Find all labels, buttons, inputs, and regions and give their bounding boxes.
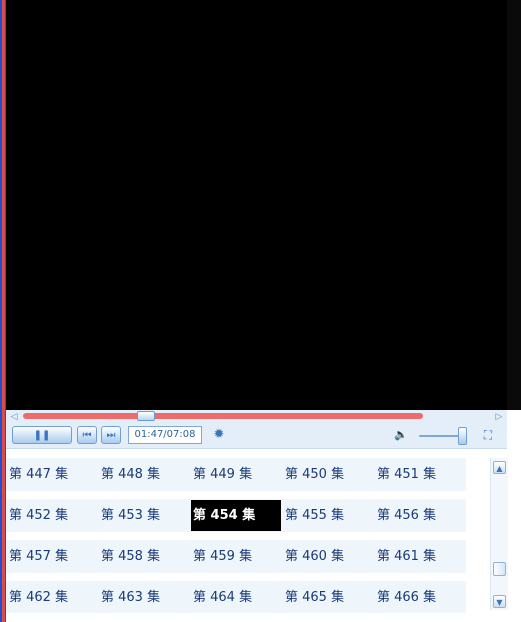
window-right-edge [507,0,521,410]
episode-item[interactable]: 第 455 集 [282,499,374,532]
video-display[interactable] [6,0,507,410]
scroll-up-icon[interactable]: ▲ [493,461,506,474]
episode-item[interactable]: 第 457 集 [6,540,98,573]
episode-item[interactable]: 第 448 集 [98,458,190,491]
previous-icon: ⏮ [82,429,92,441]
seek-right-icon[interactable]: ▷ [494,412,504,422]
episode-item[interactable]: 第 462 集 [6,581,98,613]
next-icon: ⏭ [106,429,116,441]
previous-button[interactable]: ⏮ [77,426,97,444]
episode-item[interactable]: 第 466 集 [374,581,466,613]
episode-item[interactable]: 第 449 集 [190,458,282,491]
time-display: 01:47/07:08 [128,426,202,444]
pause-button[interactable]: ❚❚ [12,426,72,444]
player-control-bar: ❚❚ ⏮ ⏭ 01:47/07:08 ✹ 🔈 ⛶ [6,424,507,449]
episode-item[interactable]: 第 460 集 [282,540,374,573]
episode-item[interactable]: 第 458 集 [98,540,190,573]
episode-list: 第 447 集第 448 集第 449 集第 450 集第 451 集第 452… [6,458,490,613]
seek-track[interactable] [23,413,423,419]
episode-item[interactable]: 第 461 集 [374,540,466,573]
episode-item-active[interactable]: 第 454 集 [190,499,282,532]
scroll-down-icon[interactable]: ▼ [493,595,506,608]
episode-item[interactable]: 第 459 集 [190,540,282,573]
episode-row: 第 462 集第 463 集第 464 集第 465 集第 466 集 [6,581,490,613]
fullscreen-icon[interactable]: ⛶ [480,427,496,443]
volume-icon[interactable]: 🔈 [394,427,414,443]
episode-item[interactable]: 第 451 集 [374,458,466,491]
episode-item[interactable]: 第 452 集 [6,499,98,532]
episode-row: 第 447 集第 448 集第 449 集第 450 集第 451 集 [6,458,490,495]
volume-handle[interactable] [458,427,467,445]
seek-handle[interactable] [137,411,155,421]
episode-row: 第 457 集第 458 集第 459 集第 460 集第 461 集 [6,540,490,577]
episode-item[interactable]: 第 453 集 [98,499,190,532]
episode-item[interactable]: 第 463 集 [98,581,190,613]
pause-icon: ❚❚ [33,429,51,441]
settings-icon[interactable]: ✹ [210,426,228,444]
episode-item[interactable]: 第 464 集 [190,581,282,613]
scrollbar-thumb[interactable] [493,562,506,576]
episode-item[interactable]: 第 465 集 [282,581,374,613]
episode-row: 第 452 集第 453 集第 454 集第 455 集第 456 集 [6,499,490,536]
seek-bar-row: ◁ ▷ [6,410,507,424]
next-button[interactable]: ⏭ [101,426,121,444]
window-left-border-accent [2,0,5,622]
episode-item[interactable]: 第 456 集 [374,499,466,532]
episode-item[interactable]: 第 450 集 [282,458,374,491]
seek-left-icon[interactable]: ◁ [9,412,19,422]
episode-list-scrollbar[interactable]: ▲ ▼ [490,458,508,610]
episode-grid: 第 447 集第 448 集第 449 集第 450 集第 451 集第 452… [6,458,490,613]
episode-item[interactable]: 第 447 集 [6,458,98,491]
